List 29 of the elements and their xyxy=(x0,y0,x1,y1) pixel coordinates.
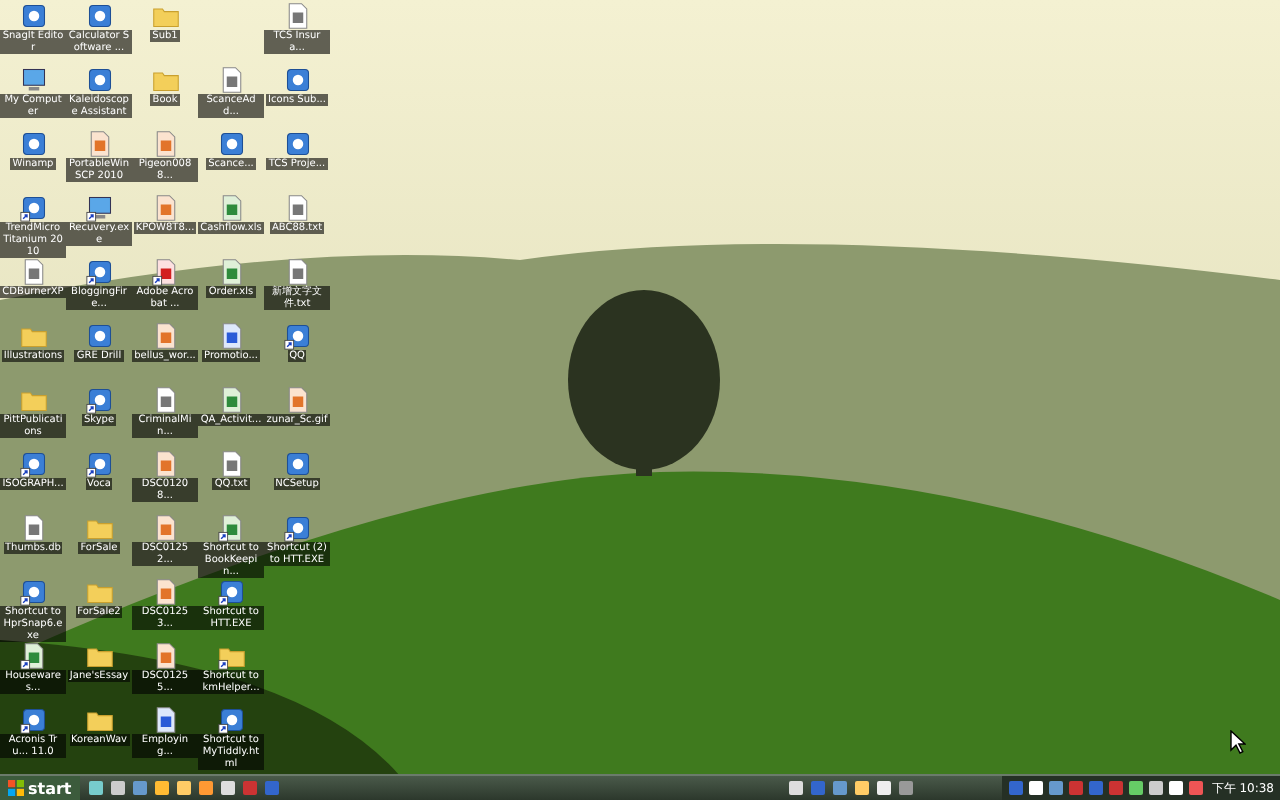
application-icon[interactable] xyxy=(19,2,47,30)
application-icon[interactable] xyxy=(283,66,311,94)
application-icon[interactable] xyxy=(283,514,311,542)
folder-icon[interactable] xyxy=(217,642,245,670)
computer-icon[interactable] xyxy=(19,66,47,94)
application-icon[interactable] xyxy=(217,578,245,606)
start-button[interactable]: start xyxy=(0,776,80,800)
application-icon[interactable] xyxy=(19,706,47,734)
application-icon[interactable] xyxy=(85,386,113,414)
application-icon[interactable] xyxy=(19,578,47,606)
application-icon[interactable] xyxy=(85,450,113,478)
application-icon[interactable] xyxy=(283,322,311,350)
pdf-file-icon[interactable] xyxy=(151,258,179,286)
application-icon[interactable] xyxy=(85,258,113,286)
windows-logo-icon xyxy=(8,780,24,796)
mouse-pointer-icon xyxy=(1230,730,1246,754)
spreadsheet-icon[interactable] xyxy=(19,642,47,670)
application-icon[interactable] xyxy=(217,706,245,734)
application-icon[interactable] xyxy=(283,130,311,158)
application-icon[interactable] xyxy=(19,130,47,158)
application-icon[interactable] xyxy=(283,450,311,478)
application-icon[interactable] xyxy=(19,450,47,478)
spreadsheet-icon[interactable] xyxy=(217,514,245,542)
application-icon[interactable] xyxy=(19,194,47,222)
application-icon[interactable] xyxy=(217,130,245,158)
computer-icon[interactable] xyxy=(85,194,113,222)
application-icon[interactable] xyxy=(85,322,113,350)
application-icon[interactable] xyxy=(85,2,113,30)
application-icon[interactable] xyxy=(85,66,113,94)
